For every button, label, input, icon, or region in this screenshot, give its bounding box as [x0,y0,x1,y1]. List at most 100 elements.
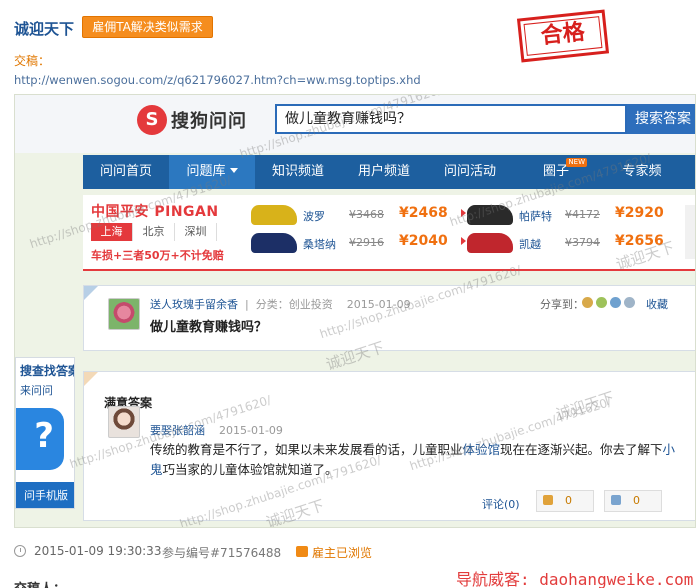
answer-date: 2015-01-09 [219,424,283,437]
sogou-logo-text: 搜狗问问 [171,111,247,132]
thumbs-down-icon [611,495,621,505]
nav-activities: 问问活动 [443,164,496,179]
avatar [108,298,140,330]
thumbs-up-icon [543,495,553,505]
car-model: 桑塔纳 [303,238,336,251]
answer-user: 要娶张韶涵 [150,424,205,437]
submission-time: 2015-01-09 19:30:33 [34,544,162,558]
app-promo-line3: 问手机版 [16,482,74,508]
worker-name[interactable]: 诚迎天下 [14,18,74,39]
question-category: 分类：创业投资 [255,298,333,311]
share-icons [582,297,638,308]
favorite-link: 收藏 [646,298,668,311]
sogou-logo: S 搜狗问问 [137,105,247,135]
car-old-price: ¥3468 [349,208,384,221]
clock-icon [14,545,26,557]
car-new-price: ¥2040 [399,233,448,249]
next-entry-title: 交稿人： [14,578,66,588]
car-old-price: ¥3794 [565,236,600,249]
share-qzone-icon [582,297,593,308]
upvote-count: 0 [565,494,572,507]
chevron-down-icon [229,168,238,173]
answer-text: 传统的教育是不行了，如果以未来发展看的话，儿童职业体验馆现在在逐渐兴起。你去了解… [150,440,680,480]
draft-url-link[interactable]: http://wenwen.sogou.com/z/q621796027.htm… [14,73,421,87]
qualified-stamp: 合格 [516,9,610,63]
question-user: 送人玫瑰手留余香 [150,298,238,311]
car-icon [251,205,297,225]
share-wechat-icon [596,297,607,308]
ad-city: 上海 [91,223,133,241]
question-meta: 送人玫瑰手留余香 | 分类：创业投资 2015-01-09 [150,298,411,311]
car-icon [467,205,513,225]
nav-users: 用户频道 [357,164,410,179]
upvote-button: 0 [536,490,594,512]
question-title: 做儿童教育赚钱吗？ [150,320,268,335]
car-old-price: ¥4172 [565,208,600,221]
draft-label: 交稿： [14,54,51,68]
nav-knowledge: 知识频道 [271,164,324,179]
participation-number: 参与编号#71576488 [162,546,282,560]
avatar [108,406,140,438]
share-weibo-icon [610,297,621,308]
car-model: 波罗 [303,210,325,223]
pingan-ad-banner: 中国平安 PINGAN 上海 北京 深圳 车损+三者50万+不计免赔 波罗 ¥3… [83,195,695,271]
answer-card: 满意答案 要娶张韶涵 2015-01-09 传统的教育是不行了，如果以未来发展看… [83,371,695,521]
nav-question-library: 问题库 [169,155,255,189]
car-old-price: ¥2916 [349,236,384,249]
answer-text-part: 现在在逐渐兴起。你去了解下 [500,442,663,457]
site-watermark: 导航威客: daohangweike.com [456,570,694,588]
nav-home: 问问首页 [99,164,152,179]
share-more-icon [624,297,635,308]
comment-link: 评论(0) [482,498,520,511]
car-new-price: ¥2656 [615,233,664,249]
ad-slogan: 车损+三者50万+不计免赔 [91,249,224,262]
mobile-app-promo: 搜查找答案 来问问 问手机版 [15,357,75,509]
question-corner-icon [84,286,98,300]
employer-viewed-status: 雇主已浏览 [312,546,373,560]
share-label: 分享到： [540,298,584,311]
app-promo-line1: 搜查找答案 [20,364,75,378]
car-model: 帕萨特 [519,210,552,223]
answer-text-part: 传统的教育是不行了，如果以未来发展看的话，儿童职业 [150,442,463,457]
nav-circles-label: 圈子 [542,164,569,179]
hire-ta-button[interactable]: 雇佣TA解决类似需求 [82,16,213,38]
car-new-price: ¥2920 [615,205,664,221]
wenwen-app-icon [16,408,64,470]
sogou-header: S 搜狗问问 做儿童教育赚钱吗？ 搜索答案 [15,95,695,153]
question-date: 2015-01-09 [346,298,411,311]
sogou-nav-bar: 问问首页 问题库 知识频道 用户频道 问问活动 圈子 NEW 专家频 [83,155,695,189]
nav-question-library-label: 问题库 [186,164,226,179]
answer-text-part: 巧当家的儿童体验馆就知道了。 [162,462,338,477]
nav-circles: 圈子 NEW [513,155,599,189]
ad-car-offer: 波罗 ¥3468 ¥2468 [251,203,466,227]
ad-city: 深圳 [175,223,217,241]
sogou-logo-icon: S [137,105,167,135]
arrow-right-icon [461,237,466,245]
ad-car-offer: 帕萨特 ¥4172 ¥2920 [467,203,682,227]
sogou-search-button: 搜索答案 [627,104,695,134]
app-promo-line2: 来问问 [20,384,53,397]
ad-car-offer: 桑塔纳 ¥2916 ¥2040 [251,231,466,255]
car-icon [251,233,297,253]
submission-screenshot: S 搜狗问问 做儿童教育赚钱吗？ 搜索答案 问问首页 问题库 知识频道 用户频道… [14,94,696,528]
answer-meta: 要娶张韶涵 2015-01-09 [150,422,283,438]
answer-link: 体验馆 [462,442,501,457]
employer-viewed-icon [296,546,308,557]
downvote-count: 0 [633,494,640,507]
pingan-logo: 中国平安 PINGAN [91,204,219,220]
car-model: 凯越 [519,238,541,251]
answer-corner-icon [84,372,98,386]
ad-scroll-edge [685,205,695,259]
new-badge: NEW [566,158,587,167]
arrow-right-icon [461,209,466,217]
car-icon [467,233,513,253]
downvote-button: 0 [604,490,662,512]
sogou-search-input: 做儿童教育赚钱吗？ [275,104,627,134]
car-new-price: ¥2468 [399,205,448,221]
submission-footer: 2015-01-09 19:30:33 参与编号#71576488 雇主已浏览 [14,538,694,564]
ad-city-tabs: 上海 北京 深圳 [91,223,217,241]
nav-experts: 专家频 [622,164,662,179]
question-card: 送人玫瑰手留余香 | 分类：创业投资 2015-01-09 做儿童教育赚钱吗？ … [83,285,695,351]
ad-city: 北京 [133,223,175,241]
ad-car-offer: 凯越 ¥3794 ¥2656 [467,231,682,255]
